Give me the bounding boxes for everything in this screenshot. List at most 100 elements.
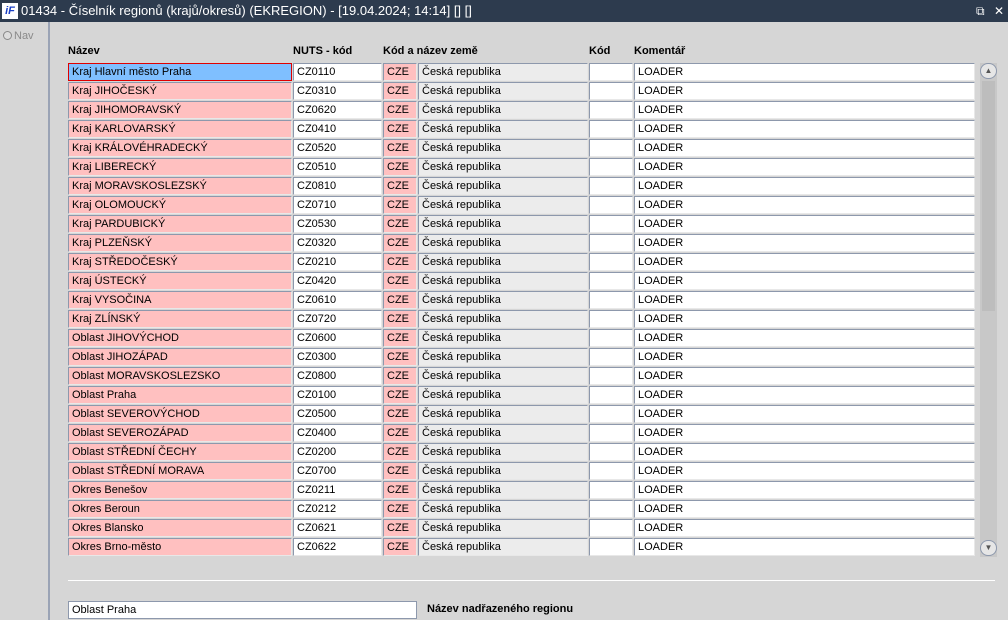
nuts-field[interactable]: CZ0100 xyxy=(293,386,382,404)
name-field[interactable]: Kraj VYSOČINA xyxy=(68,291,292,309)
name-field[interactable]: Kraj ZLÍNSKÝ xyxy=(68,310,292,328)
country-name-field[interactable]: Česká republika xyxy=(418,120,588,138)
nuts-field[interactable]: CZ0720 xyxy=(293,310,382,328)
nuts-field[interactable]: CZ0300 xyxy=(293,348,382,366)
kod-field[interactable] xyxy=(589,538,633,556)
kod-field[interactable] xyxy=(589,405,633,423)
country-name-field[interactable]: Česká republika xyxy=(418,101,588,119)
name-field[interactable]: Oblast JIHOVÝCHOD xyxy=(68,329,292,347)
kod-field[interactable] xyxy=(589,272,633,290)
kod-field[interactable] xyxy=(589,234,633,252)
comment-field[interactable]: LOADER xyxy=(634,310,975,328)
comment-field[interactable]: LOADER xyxy=(634,443,975,461)
comment-field[interactable]: LOADER xyxy=(634,348,975,366)
country-code-field[interactable]: CZE xyxy=(383,348,417,366)
name-field[interactable]: Oblast STŘEDNÍ MORAVA xyxy=(68,462,292,480)
comment-field[interactable]: LOADER xyxy=(634,196,975,214)
country-code-field[interactable]: CZE xyxy=(383,139,417,157)
name-field[interactable]: Kraj PARDUBICKÝ xyxy=(68,215,292,233)
country-code-field[interactable]: CZE xyxy=(383,481,417,499)
kod-field[interactable] xyxy=(589,120,633,138)
comment-field[interactable]: LOADER xyxy=(634,519,975,537)
comment-field[interactable]: LOADER xyxy=(634,234,975,252)
kod-field[interactable] xyxy=(589,310,633,328)
nuts-field[interactable]: CZ0420 xyxy=(293,272,382,290)
nuts-field[interactable]: CZ0622 xyxy=(293,538,382,556)
comment-field[interactable]: LOADER xyxy=(634,386,975,404)
comment-field[interactable]: LOADER xyxy=(634,367,975,385)
name-field[interactable]: Kraj KRÁLOVÉHRADECKÝ xyxy=(68,139,292,157)
country-name-field[interactable]: Česká republika xyxy=(418,443,588,461)
country-code-field[interactable]: CZE xyxy=(383,120,417,138)
kod-field[interactable] xyxy=(589,424,633,442)
name-field[interactable]: Okres Benešov xyxy=(68,481,292,499)
nuts-field[interactable]: CZ0800 xyxy=(293,367,382,385)
country-code-field[interactable]: CZE xyxy=(383,82,417,100)
name-field[interactable]: Kraj JIHOČESKÝ xyxy=(68,82,292,100)
comment-field[interactable]: LOADER xyxy=(634,462,975,480)
country-code-field[interactable]: CZE xyxy=(383,291,417,309)
nuts-field[interactable]: CZ0530 xyxy=(293,215,382,233)
country-name-field[interactable]: Česká republika xyxy=(418,367,588,385)
country-code-field[interactable]: CZE xyxy=(383,386,417,404)
nuts-field[interactable]: CZ0710 xyxy=(293,196,382,214)
kod-field[interactable] xyxy=(589,481,633,499)
country-code-field[interactable]: CZE xyxy=(383,405,417,423)
nuts-field[interactable]: CZ0500 xyxy=(293,405,382,423)
name-field[interactable]: Oblast STŘEDNÍ ČECHY xyxy=(68,443,292,461)
country-name-field[interactable]: Česká republika xyxy=(418,329,588,347)
nuts-field[interactable]: CZ0200 xyxy=(293,443,382,461)
kod-field[interactable] xyxy=(589,443,633,461)
country-name-field[interactable]: Česká republika xyxy=(418,177,588,195)
country-name-field[interactable]: Česká republika xyxy=(418,196,588,214)
comment-field[interactable]: LOADER xyxy=(634,101,975,119)
comment-field[interactable]: LOADER xyxy=(634,500,975,518)
country-code-field[interactable]: CZE xyxy=(383,253,417,271)
country-name-field[interactable]: Česká republika xyxy=(418,234,588,252)
comment-field[interactable]: LOADER xyxy=(634,272,975,290)
nuts-field[interactable]: CZ0621 xyxy=(293,519,382,537)
scroll-thumb[interactable] xyxy=(982,81,995,311)
country-code-field[interactable]: CZE xyxy=(383,443,417,461)
country-name-field[interactable]: Česká republika xyxy=(418,519,588,537)
nav-button[interactable]: Nav xyxy=(3,30,34,42)
country-code-field[interactable]: CZE xyxy=(383,101,417,119)
name-field[interactable]: Kraj JIHOMORAVSKÝ xyxy=(68,101,292,119)
name-field[interactable]: Okres Brno-město xyxy=(68,538,292,556)
country-code-field[interactable]: CZE xyxy=(383,215,417,233)
comment-field[interactable]: LOADER xyxy=(634,538,975,556)
comment-field[interactable]: LOADER xyxy=(634,329,975,347)
nuts-field[interactable]: CZ0210 xyxy=(293,253,382,271)
nuts-field[interactable]: CZ0410 xyxy=(293,120,382,138)
kod-field[interactable] xyxy=(589,139,633,157)
country-name-field[interactable]: Česká republika xyxy=(418,500,588,518)
comment-field[interactable]: LOADER xyxy=(634,481,975,499)
kod-field[interactable] xyxy=(589,253,633,271)
comment-field[interactable]: LOADER xyxy=(634,177,975,195)
comment-field[interactable]: LOADER xyxy=(634,253,975,271)
country-name-field[interactable]: Česká republika xyxy=(418,82,588,100)
comment-field[interactable]: LOADER xyxy=(634,120,975,138)
country-name-field[interactable]: Česká republika xyxy=(418,291,588,309)
kod-field[interactable] xyxy=(589,386,633,404)
name-field[interactable]: Okres Beroun xyxy=(68,500,292,518)
country-name-field[interactable]: Česká republika xyxy=(418,253,588,271)
name-field[interactable]: Okres Blansko xyxy=(68,519,292,537)
country-name-field[interactable]: Česká republika xyxy=(418,272,588,290)
country-name-field[interactable]: Česká republika xyxy=(418,481,588,499)
restore-icon[interactable]: ⧉ xyxy=(976,4,985,18)
country-name-field[interactable]: Česká republika xyxy=(418,63,588,81)
country-code-field[interactable]: CZE xyxy=(383,329,417,347)
name-field[interactable]: Kraj MORAVSKOSLEZSKÝ xyxy=(68,177,292,195)
kod-field[interactable] xyxy=(589,158,633,176)
kod-field[interactable] xyxy=(589,291,633,309)
kod-field[interactable] xyxy=(589,329,633,347)
country-code-field[interactable]: CZE xyxy=(383,500,417,518)
kod-field[interactable] xyxy=(589,367,633,385)
comment-field[interactable]: LOADER xyxy=(634,63,975,81)
country-name-field[interactable]: Česká republika xyxy=(418,215,588,233)
name-field[interactable]: Oblast SEVEROVÝCHOD xyxy=(68,405,292,423)
country-code-field[interactable]: CZE xyxy=(383,538,417,556)
country-name-field[interactable]: Česká republika xyxy=(418,424,588,442)
name-field[interactable]: Kraj LIBERECKÝ xyxy=(68,158,292,176)
